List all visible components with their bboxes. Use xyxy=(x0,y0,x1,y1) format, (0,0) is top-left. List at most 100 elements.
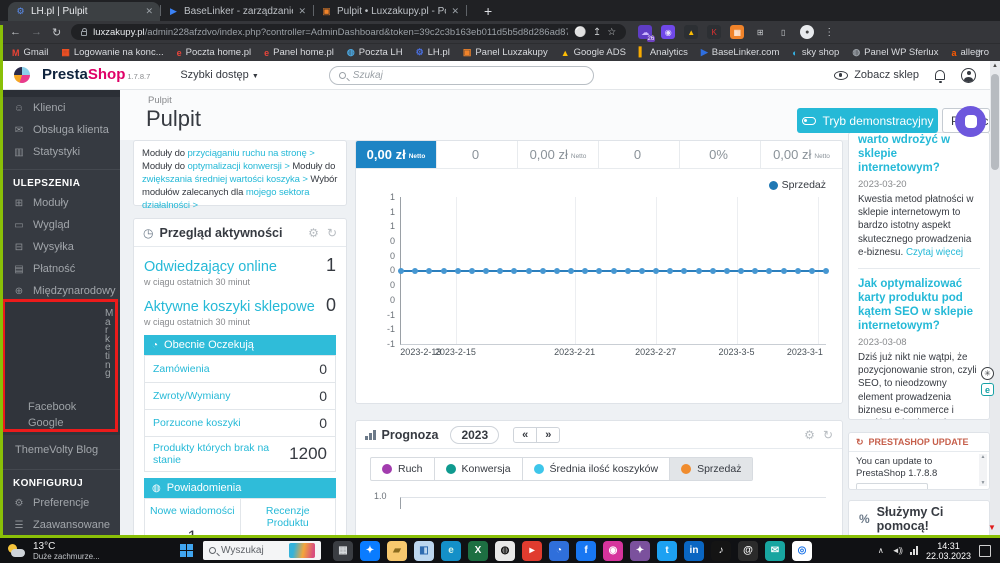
update-button-partial[interactable] xyxy=(856,483,928,489)
pending-row[interactable]: Produkty których brak na stanie 1200 xyxy=(144,437,336,472)
online-visitors-link[interactable]: Odwiedzający online xyxy=(144,259,277,275)
pending-row[interactable]: Porzucone koszyki 0 xyxy=(144,410,336,437)
next-year-button[interactable]: » xyxy=(536,427,559,442)
bookmark-item[interactable]: ▲ Google ADS xyxy=(561,47,626,58)
browser-tab[interactable]: ⚙ LH.pl | Pulpit ✕ xyxy=(8,2,160,21)
taskbar-app-icon[interactable]: t xyxy=(657,540,677,561)
taskbar-clock[interactable]: 14:31 22.03.2023 xyxy=(926,541,971,561)
tray-chevron-icon[interactable]: ∧ xyxy=(878,546,884,555)
kpi-cell[interactable]: 0,00 zł Netto xyxy=(356,141,437,168)
demo-mode-button[interactable]: Tryb demonstracyjny xyxy=(797,108,938,133)
bookmarks-overflow-icon[interactable]: » xyxy=(976,46,982,57)
card-refresh-icon[interactable]: ↻ xyxy=(327,226,337,240)
taskbar-app-icon[interactable]: ◔ xyxy=(549,540,569,561)
taskbar-app-icon[interactable]: ◧ xyxy=(414,540,434,561)
taskbar-search-box[interactable]: Wyszukaj xyxy=(203,541,321,560)
bookmark-star-icon[interactable]: ☆ xyxy=(607,27,616,38)
kpi-cell[interactable]: 0 xyxy=(437,141,518,168)
module-link[interactable]: optymalizacji konwersji > xyxy=(187,161,289,172)
bookmark-item[interactable]: a allegro xyxy=(951,47,989,58)
bookmark-item[interactable]: e Poczta home.pl xyxy=(177,47,252,58)
module-link[interactable]: przyciąganiu ruchu na stronę > xyxy=(187,148,314,159)
volume-icon[interactable]: ◄)) xyxy=(892,546,903,555)
new-tab-button[interactable]: + xyxy=(484,2,492,21)
bookmark-item[interactable]: ▦ Logowanie na konc... xyxy=(61,47,163,58)
address-bar[interactable]: luxzakupy.pl/admin228afzdvo/index.php?co… xyxy=(71,24,627,40)
sidebar-item-themevolty-blog[interactable]: ThemeVolty Blog xyxy=(0,435,120,457)
taskbar-app-icon[interactable]: ◎ xyxy=(792,540,812,561)
scroll-up-arrow[interactable]: ▲ xyxy=(990,63,1000,69)
notification-center-icon[interactable] xyxy=(979,544,991,557)
view-shop-link[interactable]: Zobacz sklep xyxy=(834,69,919,81)
card-scrollbar[interactable]: ▲ ▼ xyxy=(979,454,987,486)
card-refresh-icon[interactable]: ↻ xyxy=(823,428,833,442)
read-more-link[interactable]: Czytaj więcej xyxy=(906,247,963,258)
bookmark-item[interactable]: ◍ Panel WP Sferlux xyxy=(852,47,938,58)
taskbar-app-icon[interactable]: X xyxy=(468,540,488,561)
sidebar-item[interactable]: ▥ Statystyki xyxy=(0,141,120,163)
network-icon[interactable] xyxy=(909,546,918,555)
browser-menu-icon[interactable]: ⋮ xyxy=(824,27,834,38)
taskbar-app-icon[interactable]: f xyxy=(576,540,596,561)
reload-icon[interactable]: ↻ xyxy=(52,26,61,39)
sales-line-chart[interactable]: 1 1 1 0 0 0 0 0 -1 -1 -1 xyxy=(387,192,829,349)
taskbar-app-icon[interactable]: ◉ xyxy=(603,540,623,561)
start-button[interactable] xyxy=(180,544,193,557)
tab-close-icon[interactable]: ✕ xyxy=(298,6,306,17)
card-settings-icon[interactable]: ⚙ xyxy=(308,226,319,240)
pending-row[interactable]: Zwroty/Wymiany 0 xyxy=(144,383,336,410)
sidebar-item-google[interactable]: Google xyxy=(28,417,63,429)
sidebar-item[interactable]: ☺ Klienci xyxy=(0,97,120,119)
sidebar-item[interactable]: ⊞ Moduły xyxy=(0,192,120,214)
bookmark-item[interactable]: ▣ Panel Luxzakupy xyxy=(463,47,548,58)
prev-year-button[interactable]: « xyxy=(514,428,536,442)
scrollbar-thumb[interactable] xyxy=(991,74,999,170)
tab-close-icon[interactable]: ✕ xyxy=(451,6,459,17)
floating-widget-gear-icon[interactable]: ✳ xyxy=(981,367,994,380)
sidebar-item-facebook[interactable]: Facebook xyxy=(28,401,76,413)
taskbar-app-icon[interactable]: ✦ xyxy=(360,540,380,561)
forecast-legend-item[interactable]: Sprzedaż xyxy=(669,458,753,480)
tab-close-icon[interactable]: ✕ xyxy=(145,6,153,17)
password-key-icon[interactable]: ⚪ xyxy=(574,27,586,38)
forecast-year[interactable]: 2023 xyxy=(450,425,500,444)
extension-icon[interactable]: ☁ 26 xyxy=(638,25,656,42)
share-icon[interactable]: ↥ xyxy=(593,27,601,38)
forecast-legend-item[interactable]: Konwersja xyxy=(433,458,522,480)
pending-row[interactable]: Zamówienia 0 xyxy=(144,356,336,383)
kpi-cell[interactable]: 0,00 zł Netto xyxy=(761,141,842,168)
admin-search-box[interactable]: Szukaj xyxy=(328,65,594,85)
extension-icon[interactable]: ▦ xyxy=(730,25,745,39)
bookmark-item[interactable]: ⚙ LH.pl xyxy=(416,47,450,58)
taskbar-app-icon[interactable]: @ xyxy=(738,540,758,561)
taskbar-app-icon[interactable]: ♪ xyxy=(711,540,731,561)
extension-icon[interactable]: ▯ xyxy=(776,25,791,39)
browser-tab[interactable]: ▶ BaseLinker - zarządzanie sprzeda ✕ xyxy=(161,2,313,21)
extension-icon[interactable]: ◉ xyxy=(661,25,676,39)
kpi-cell[interactable]: 0,00 zł Netto xyxy=(518,141,599,168)
chat-widget-button[interactable] xyxy=(955,106,986,137)
taskbar-app-icon[interactable]: in xyxy=(684,540,704,561)
kpi-cell[interactable]: 0% xyxy=(680,141,761,168)
sidebar-item[interactable]: ✉ Obsługa klienta xyxy=(0,119,120,141)
quick-access-menu[interactable]: Szybki dostęp ▼ xyxy=(180,69,258,81)
admin-avatar[interactable] xyxy=(961,67,976,83)
forward-icon[interactable]: → xyxy=(31,26,42,38)
extension-icon[interactable]: K xyxy=(707,25,722,39)
bookmark-item[interactable]: ◐ sky shop xyxy=(792,47,839,58)
news-article-title[interactable]: warto wdrożyć w sklepie internetowym? xyxy=(858,133,980,175)
module-link[interactable]: zwiększania średniej wartości koszyka > xyxy=(142,174,308,185)
sidebar-item[interactable]: ▤ Płatność xyxy=(0,258,120,280)
card-settings-icon[interactable]: ⚙ xyxy=(804,428,815,442)
browser-scrollbar[interactable]: ▲ xyxy=(990,61,1000,535)
back-icon[interactable]: ← xyxy=(10,26,21,38)
bookmark-item[interactable]: M Gmail xyxy=(12,47,48,58)
sidebar-item[interactable]: ⊟ Wysyłka xyxy=(0,236,120,258)
forecast-legend-item[interactable]: Średnia ilość koszyków xyxy=(521,458,670,480)
kpi-cell[interactable]: 0 xyxy=(599,141,680,168)
browser-tab[interactable]: ▣ Pulpit • Luxzakupy.pl - Polski skle ✕ xyxy=(314,2,466,21)
taskbar-weather-widget[interactable]: 13°C Duże zachmurze... xyxy=(0,541,176,561)
taskbar-app-icon[interactable]: ▸ xyxy=(522,540,542,561)
taskbar-app-icon[interactable]: ✦ xyxy=(630,540,650,561)
bookmark-item[interactable]: ▍ Analytics xyxy=(639,47,688,58)
